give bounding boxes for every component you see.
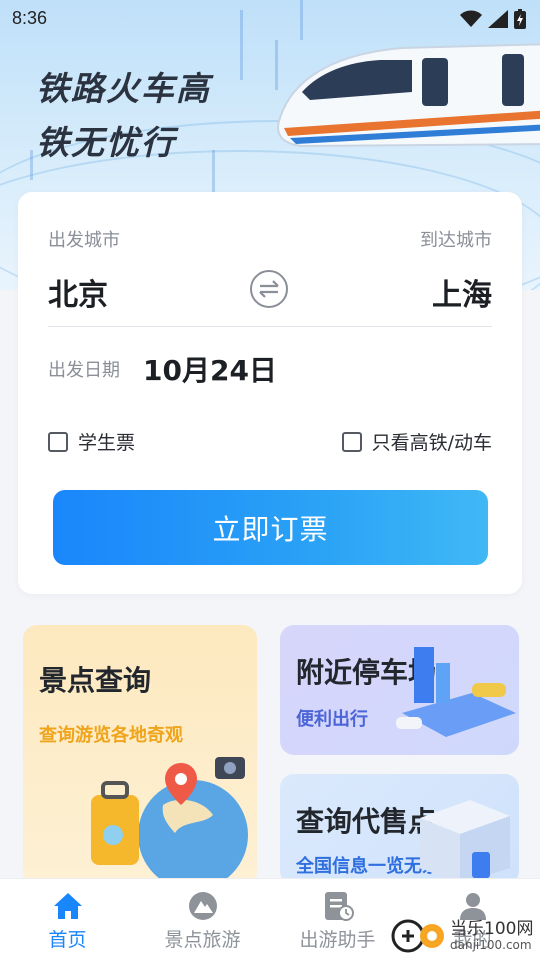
to-city-label: 到达城市: [420, 230, 492, 251]
departure-date-label: 出发日期: [48, 360, 120, 381]
status-bar: 8:36: [0, 0, 540, 36]
banner-slogan-line1: 铁路火车高: [36, 69, 211, 108]
highspeed-only-checkbox[interactable]: 只看高铁/动车: [341, 428, 492, 455]
ticket-agency-tile[interactable]: 查询代售点 全国信息一览无余: [280, 774, 519, 885]
travel-suitcase-globe-illustration: [91, 757, 248, 885]
swap-icon: [259, 280, 279, 298]
mountain-icon: [187, 891, 219, 921]
divider: [48, 326, 492, 327]
banner-slogan-line2: 铁无忧行: [36, 123, 176, 162]
ticket-office-illustration: [420, 800, 510, 884]
scenic-query-subtitle: 查询游览各地奇观: [39, 725, 183, 746]
watermark-logo-icon: [391, 919, 444, 953]
highspeed-only-label: 只看高铁/动车: [371, 432, 492, 454]
site-watermark: 当乐100网 danji100.com: [390, 914, 533, 958]
checkbox-box[interactable]: [341, 431, 362, 452]
status-time: 8:36: [12, 8, 48, 28]
student-ticket-checkbox[interactable]: 学生票: [48, 428, 135, 455]
to-city[interactable]: 上海: [432, 270, 492, 314]
banner-light-line: [212, 150, 215, 195]
tab-home[interactable]: 首页: [0, 879, 135, 960]
from-city[interactable]: 北京: [48, 270, 108, 314]
student-ticket-label: 学生票: [78, 432, 136, 454]
book-now-button[interactable]: 立即订票: [53, 490, 488, 565]
signal-icon: [488, 10, 508, 28]
scenic-query-tile[interactable]: 景点查询 查询游览各地奇观: [23, 625, 257, 885]
tab-travel-assistant-label: 出游助手: [299, 929, 376, 951]
nearby-parking-tile[interactable]: 附近停车场 便利出行: [280, 625, 519, 755]
wifi-icon: [460, 10, 482, 27]
watermark-text: 当乐100网: [450, 918, 534, 939]
clipboard-clock-icon: [322, 891, 354, 921]
banner-light-line: [30, 150, 33, 180]
swap-cities-button[interactable]: [250, 270, 288, 308]
tab-scenic-travel[interactable]: 景点旅游: [135, 879, 270, 960]
tab-travel-assistant[interactable]: 出游助手: [270, 879, 405, 960]
tab-home-label: 首页: [48, 929, 87, 951]
checkbox-box[interactable]: [48, 431, 68, 452]
parking-city-illustration: [396, 647, 516, 737]
nearby-parking-subtitle: 便利出行: [296, 709, 368, 730]
status-icons: [460, 9, 526, 29]
booking-card: 出发城市 到达城市 北京 上海 出发日期 10月24日 学生票 只看高铁/动车 …: [18, 192, 522, 594]
home-icon: [52, 891, 84, 921]
departure-date-value[interactable]: 10月24日: [143, 349, 277, 389]
bullet-train-illustration: [277, 43, 540, 148]
scenic-query-title: 景点查询: [39, 664, 152, 697]
battery-icon: [514, 9, 526, 29]
tab-scenic-travel-label: 景点旅游: [164, 929, 241, 951]
watermark-url: danji100.com: [450, 937, 532, 952]
from-city-label: 出发城市: [48, 230, 120, 251]
